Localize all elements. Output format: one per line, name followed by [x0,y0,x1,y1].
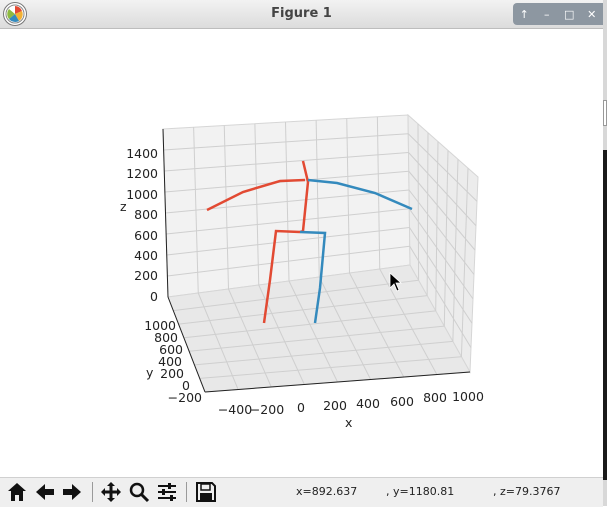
x-axis-label: x [345,415,352,430]
navigation-toolbar: x=892.637 , y=1180.81 , z=79.3767 [0,477,603,507]
plot-canvas[interactable]: 0 200 400 600 800 1000 1200 1400 −200 0 200 400 600… [0,29,603,475]
x-tick-label: 1000 [452,389,484,404]
grid-line [417,123,420,281]
x-tick-label: −400 [218,402,252,417]
home-icon[interactable] [5,481,29,503]
status-x-coordinate: x=892.637 [296,485,358,498]
configure-subplots-icon[interactable] [155,481,179,503]
z-tick-label: 0 [150,289,158,304]
z-tick-labels: 0 200 400 600 800 1000 1200 1400 [126,146,158,304]
background-window-edge-dark [603,150,607,480]
toolbar-separator [186,482,187,502]
z-tick-label: 600 [134,228,158,243]
x-tick-label: 400 [356,396,380,411]
window-maximize-button[interactable]: □ [560,8,578,21]
window-controls: ↑ – □ ✕ [513,3,603,25]
z-tick-label: 400 [134,248,158,263]
x-tick-label: 600 [390,394,414,409]
window-up-button[interactable]: ↑ [515,8,533,21]
x-tick-label: −200 [250,402,284,417]
title-bar[interactable]: Figure 1 ↑ – □ ✕ [0,0,603,29]
z-axis-label: z [120,199,127,214]
background-window-edge-light [603,100,607,126]
pan-move-icon[interactable] [99,481,123,503]
x-tick-label: 200 [323,398,347,413]
save-floppy-icon[interactable] [194,481,218,503]
window-close-button[interactable]: ✕ [583,8,601,21]
y-axis-label: y [146,365,154,380]
x-tick-label: 800 [423,390,447,405]
x-tick-label: 0 [297,400,305,415]
z-tick-label: 200 [134,268,158,283]
toolbar-separator [92,482,93,502]
z-tick-label: 800 [134,207,158,222]
status-y-coordinate: , y=1180.81 [386,485,455,498]
plot-3d-axes[interactable]: 0 200 400 600 800 1000 1200 1400 −200 0 200 400 600… [0,29,603,475]
figure-window: Figure 1 ↑ – □ ✕ 0 200 400 600 800 1000 … [0,0,604,507]
z-tick-label: 1000 [126,187,158,202]
forward-arrow-icon[interactable] [60,481,84,503]
z-tick-label: 1400 [126,146,158,161]
y-tick-label: 1000 [144,318,176,333]
z-tick-label: 1200 [126,166,158,181]
x-tick-labels: −400−200 0 200 400 600 800 1000 [218,389,484,417]
status-z-coordinate: , z=79.3767 [493,485,561,498]
zoom-magnifier-icon[interactable] [127,481,151,503]
window-minimize-button[interactable]: – [538,8,556,21]
back-arrow-icon[interactable] [33,481,57,503]
